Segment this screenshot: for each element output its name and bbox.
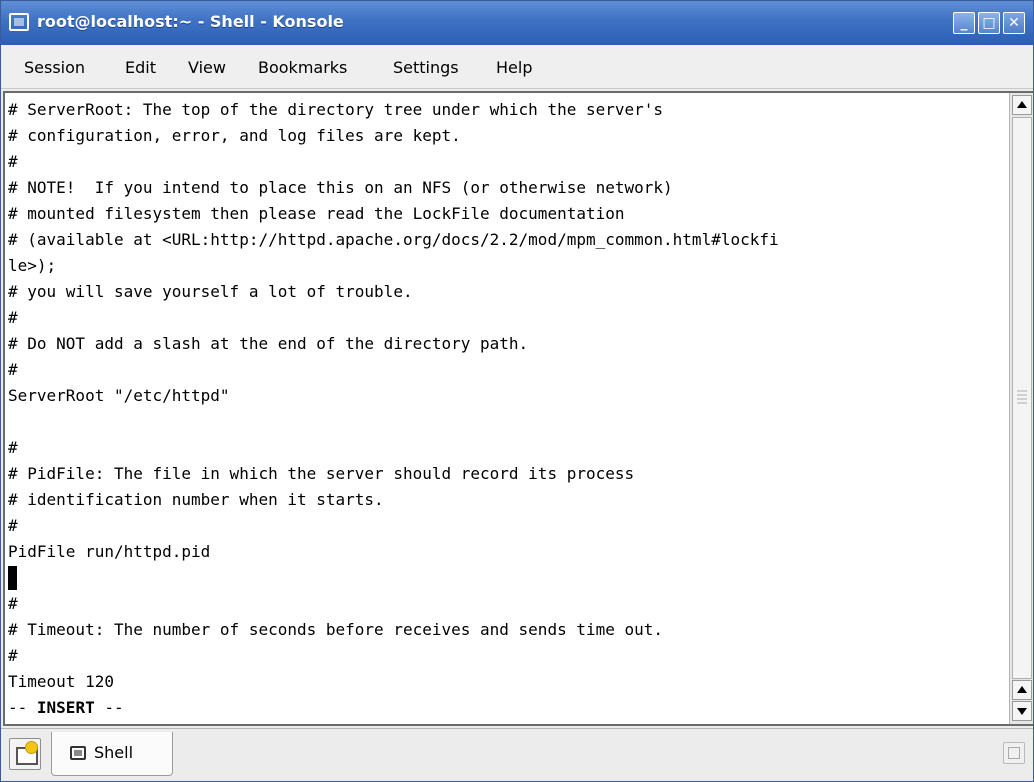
terminal-line: # — [8, 594, 18, 613]
scroll-up-top-button[interactable] — [1012, 95, 1032, 115]
vertical-scrollbar[interactable] — [1009, 93, 1033, 724]
terminal-line: # Timeout: The number of seconds before … — [8, 620, 664, 639]
vim-status-line: -- INSERT -- — [8, 695, 1003, 721]
window-title: root@localhost:~ - Shell - Konsole — [37, 12, 344, 31]
text-cursor — [8, 566, 17, 590]
tab-shell[interactable]: Shell — [51, 732, 173, 776]
arrow-up-icon — [1017, 686, 1027, 693]
scroll-down-button[interactable] — [1012, 701, 1032, 721]
terminal-line: # — [8, 360, 18, 379]
terminal-line: le>); — [8, 256, 57, 275]
konsole-window: root@localhost:~ - Shell - Konsole _ □ ✕… — [0, 0, 1034, 782]
maximize-button[interactable]: □ — [978, 12, 1000, 34]
menu-settings[interactable]: Settings — [393, 58, 459, 77]
menu-view[interactable]: View — [188, 58, 226, 77]
close-session-button[interactable] — [1003, 742, 1025, 764]
terminal-line: # — [8, 308, 18, 327]
minimize-button[interactable]: _ — [953, 12, 975, 34]
terminal-line: PidFile run/httpd.pid — [8, 542, 211, 561]
terminal-line: # you will save yourself a lot of troubl… — [8, 282, 413, 301]
terminal-line: # NOTE! If you intend to place this on a… — [8, 178, 673, 197]
menu-edit[interactable]: Edit — [125, 58, 156, 77]
terminal-icon — [70, 746, 86, 760]
terminal-line: # — [8, 152, 18, 171]
scrollbar-thumb[interactable] — [1012, 117, 1032, 679]
terminal-line: # Do NOT add a slash at the end of the d… — [8, 334, 529, 353]
terminal-line: Timeout 120 — [8, 672, 114, 691]
new-session-icon — [26, 742, 37, 753]
terminal-line: # identification number when it starts. — [8, 490, 384, 509]
terminal-area[interactable]: # ServerRoot: The top of the directory t… — [3, 91, 1033, 726]
title-bar[interactable]: root@localhost:~ - Shell - Konsole _ □ ✕ — [1, 1, 1033, 45]
terminal-line: # — [8, 516, 18, 535]
menu-session[interactable]: Session — [24, 58, 85, 77]
cursor-line — [8, 565, 1003, 591]
tab-bar: Shell — [1, 728, 1033, 781]
insert-mode-indicator: INSERT — [36, 698, 95, 717]
arrow-down-icon — [1017, 708, 1027, 715]
terminal-icon — [9, 13, 29, 31]
menu-help[interactable]: Help — [496, 58, 532, 77]
status-suffix: -- — [94, 698, 124, 717]
status-prefix: -- — [8, 698, 37, 717]
terminal-line: # — [8, 646, 18, 665]
new-tab-button[interactable] — [9, 738, 41, 770]
close-button[interactable]: ✕ — [1003, 12, 1025, 34]
terminal-text: # ServerRoot: The top of the directory t… — [8, 97, 1003, 721]
menu-bookmarks[interactable]: Bookmarks — [258, 58, 347, 77]
tab-label: Shell — [94, 743, 134, 762]
terminal-line: # configuration, error, and log files ar… — [8, 126, 461, 145]
grip-icon — [1017, 390, 1027, 404]
arrow-up-icon — [1017, 101, 1027, 108]
terminal-line: # PidFile: The file in which the server … — [8, 464, 635, 483]
terminal-line: # — [8, 438, 18, 457]
terminal-line: ServerRoot "/etc/httpd" — [8, 386, 230, 405]
menu-bar: Session Edit View Bookmarks Settings Hel… — [1, 45, 1033, 89]
terminal-line: # mounted filesystem then please read th… — [8, 204, 625, 223]
terminal-line: # (available at <URL:http://httpd.apache… — [8, 230, 779, 249]
scroll-up-button[interactable] — [1012, 680, 1032, 700]
terminal-line: # ServerRoot: The top of the directory t… — [8, 100, 664, 119]
